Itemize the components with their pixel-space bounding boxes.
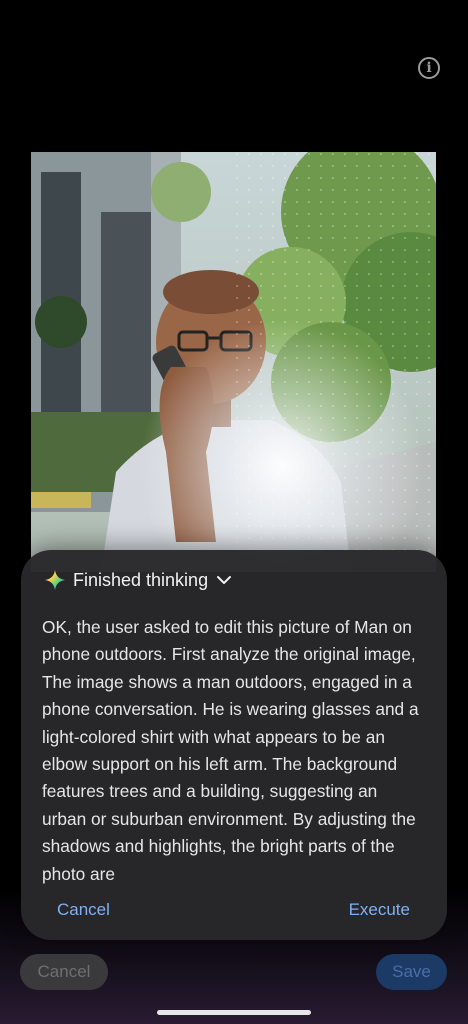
edited-photo — [31, 152, 436, 572]
execute-button[interactable]: Execute — [349, 900, 410, 920]
editor-screen: i Finished thinking OK, the user asked t… — [0, 0, 468, 1024]
sparkle-icon — [45, 570, 65, 590]
thinking-sheet: Finished thinking OK, the user asked to … — [21, 550, 447, 940]
cancel-button[interactable]: Cancel — [20, 954, 108, 990]
info-icon[interactable]: i — [418, 57, 440, 79]
chevron-down-icon[interactable] — [216, 572, 232, 588]
thinking-body-text: OK, the user asked to edit this picture … — [42, 617, 419, 884]
thinking-header[interactable]: Finished thinking — [45, 568, 232, 592]
save-button[interactable]: Save — [376, 954, 447, 990]
sheet-cancel-button[interactable]: Cancel — [57, 900, 110, 920]
thinking-header-title: Finished thinking — [73, 569, 209, 590]
home-indicator[interactable] — [157, 1010, 311, 1015]
